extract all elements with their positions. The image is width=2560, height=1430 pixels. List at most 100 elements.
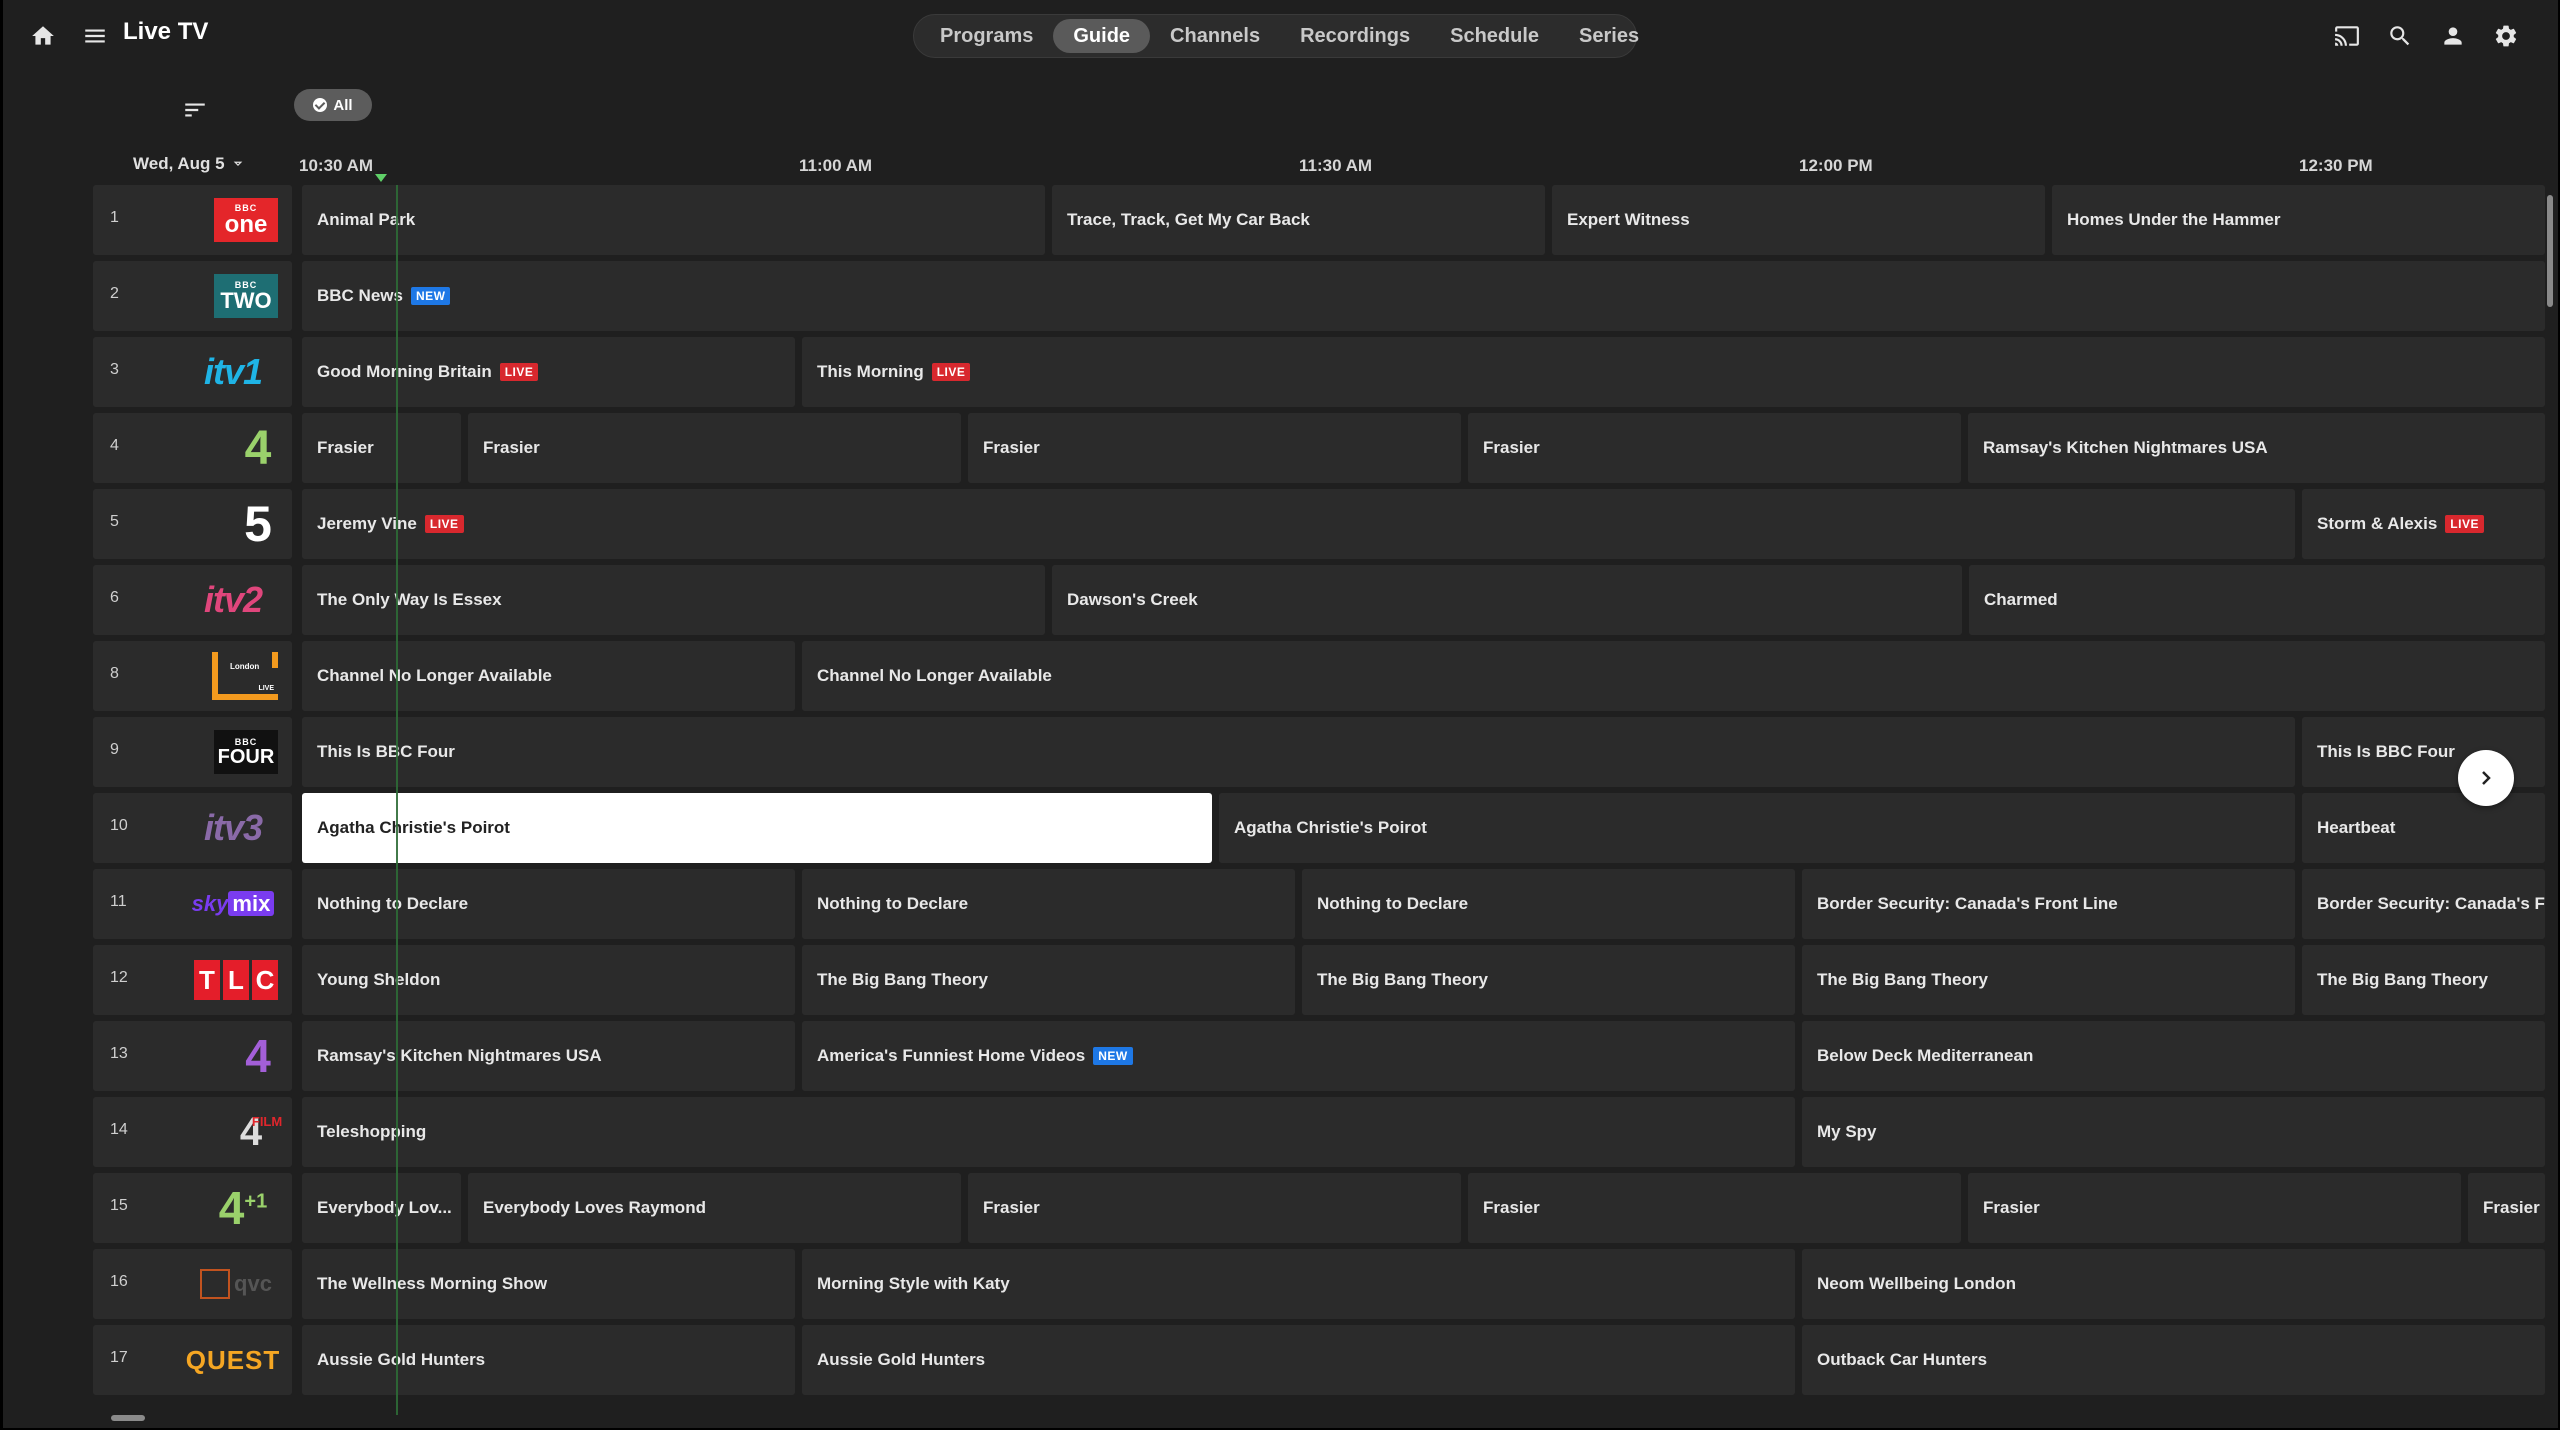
- date-selector[interactable]: Wed, Aug 5: [133, 154, 245, 174]
- channel-cell[interactable]: 6 itv2: [93, 565, 292, 635]
- program-cell[interactable]: Everybody Lov...: [302, 1173, 461, 1243]
- search-icon[interactable]: [2378, 14, 2422, 58]
- program-cell[interactable]: Outback Car Hunters: [1802, 1325, 2545, 1395]
- menu-icon[interactable]: [73, 14, 117, 58]
- program-cell[interactable]: Agatha Christie's Poirot: [1219, 793, 2295, 863]
- program-cell[interactable]: Expert Witness: [1552, 185, 2045, 255]
- tab-recordings[interactable]: Recordings: [1280, 19, 1430, 53]
- program-cell[interactable]: Border Security: Canada's Front Line: [1802, 869, 2295, 939]
- program-cell[interactable]: Channel No Longer Available: [302, 641, 795, 711]
- tab-schedule[interactable]: Schedule: [1430, 19, 1559, 53]
- program-cell[interactable]: The Big Bang Theory: [1802, 945, 2295, 1015]
- program-cell[interactable]: Trace, Track, Get My Car Back: [1052, 185, 1545, 255]
- program-cell[interactable]: Frasier: [968, 1173, 1461, 1243]
- program-cell[interactable]: Ramsay's Kitchen Nightmares USA: [302, 1021, 795, 1091]
- channel-cell[interactable]: 11 sky mix: [93, 869, 292, 939]
- home-icon[interactable]: [21, 14, 65, 58]
- channel-cell[interactable]: 2 BBC TWO: [93, 261, 292, 331]
- program-cell[interactable]: Animal Park: [302, 185, 1045, 255]
- program-cell[interactable]: Neom Wellbeing London: [1802, 1249, 2545, 1319]
- program-cell[interactable]: Below Deck Mediterranean: [1802, 1021, 2545, 1091]
- sort-icon[interactable]: [173, 88, 217, 132]
- program-cell[interactable]: BBC News NEW: [302, 261, 2545, 331]
- program-cell[interactable]: The Wellness Morning Show: [302, 1249, 795, 1319]
- program-cell[interactable]: The Only Way Is Essex: [302, 565, 1045, 635]
- program-cell[interactable]: Nothing to Declare: [802, 869, 1295, 939]
- program-cell[interactable]: Frasier: [1468, 1173, 1961, 1243]
- program-cell[interactable]: Frasier: [968, 413, 1461, 483]
- channel-row: 9 BBC FOUR This Is BBC Four This Is BBC Four: [93, 717, 2545, 787]
- channel-cell[interactable]: 3 itv1: [93, 337, 292, 407]
- scroll-forward-button[interactable]: [2458, 750, 2514, 806]
- program-cell[interactable]: Channel No Longer Available: [802, 641, 2545, 711]
- program-title: The Big Bang Theory: [2317, 970, 2488, 989]
- program-cell[interactable]: America's Funniest Home Videos NEW: [802, 1021, 1795, 1091]
- scrollbar-thumb[interactable]: [2547, 195, 2553, 307]
- cast-icon[interactable]: [2325, 14, 2369, 58]
- program-title: Below Deck Mediterranean: [1817, 1046, 2034, 1065]
- vertical-scrollbar[interactable]: [2545, 185, 2555, 1410]
- program-title: Agatha Christie's Poirot: [317, 818, 510, 837]
- scrollbar-thumb[interactable]: [111, 1415, 145, 1421]
- program-cell[interactable]: Teleshopping: [302, 1097, 1795, 1167]
- chevron-down-icon: [233, 161, 242, 166]
- program-cell[interactable]: Agatha Christie's Poirot: [302, 793, 1212, 863]
- channel-cell[interactable]: 1 BBC one: [93, 185, 292, 255]
- tab-programs[interactable]: Programs: [920, 19, 1053, 53]
- channel-cell[interactable]: 10 itv3: [93, 793, 292, 863]
- program-cell[interactable]: Everybody Loves Raymond: [468, 1173, 961, 1243]
- program-title: The Wellness Morning Show: [317, 1274, 548, 1293]
- program-cell[interactable]: Frasier: [1468, 413, 1961, 483]
- settings-icon[interactable]: [2484, 14, 2528, 58]
- program-cell[interactable]: Aussie Gold Hunters: [802, 1325, 1795, 1395]
- channel-row: 11 sky mix Nothing to Declare Nothing to Dec…: [93, 869, 2545, 939]
- program-title: My Spy: [1817, 1122, 1877, 1141]
- program-cell[interactable]: Aussie Gold Hunters: [302, 1325, 795, 1395]
- channel-cell[interactable]: 15 4+1: [93, 1173, 292, 1243]
- program-cell[interactable]: Storm & Alexis LIVE: [2302, 489, 2545, 559]
- channel-cell[interactable]: 8 London LIVE: [93, 641, 292, 711]
- tab-guide[interactable]: Guide: [1053, 19, 1151, 53]
- program-cell[interactable]: The Big Bang Theory: [1302, 945, 1795, 1015]
- program-cell[interactable]: The Big Bang Theory: [2302, 945, 2545, 1015]
- program-cell[interactable]: Jeremy Vine LIVE: [302, 489, 2295, 559]
- program-title: Frasier: [1483, 438, 1540, 457]
- program-cell[interactable]: Young Sheldon: [302, 945, 795, 1015]
- program-cell[interactable]: Ramsay's Kitchen Nightmares USA: [1968, 413, 2545, 483]
- channel-cell[interactable]: 12 T L C: [93, 945, 292, 1015]
- program-cell[interactable]: My Spy: [1802, 1097, 2545, 1167]
- channel-cell[interactable]: 17 QUEST: [93, 1325, 292, 1395]
- program-cell[interactable]: Frasier: [2468, 1173, 2545, 1243]
- program-cell[interactable]: Frasier: [468, 413, 961, 483]
- program-cell[interactable]: Dawson's Creek: [1052, 565, 1962, 635]
- channel-row: 15 4+1 Everybody Lov... Everybody Loves Ray…: [93, 1173, 2545, 1243]
- program-title: Homes Under the Hammer: [2067, 210, 2281, 229]
- user-icon[interactable]: [2431, 14, 2475, 58]
- program-cell[interactable]: Frasier: [302, 413, 461, 483]
- program-cell[interactable]: The Big Bang Theory: [802, 945, 1295, 1015]
- program-cell[interactable]: This Morning LIVE: [802, 337, 2545, 407]
- program-cell[interactable]: Nothing to Declare: [1302, 869, 1795, 939]
- program-cell[interactable]: Frasier: [1968, 1173, 2461, 1243]
- channel-cell[interactable]: 13 4: [93, 1021, 292, 1091]
- program-cell[interactable]: Nothing to Declare: [302, 869, 795, 939]
- program-cell[interactable]: Homes Under the Hammer: [2052, 185, 2545, 255]
- filter-chip-all[interactable]: All: [294, 89, 372, 121]
- program-cell[interactable]: Heartbeat: [2302, 793, 2545, 863]
- channel-cell[interactable]: 9 BBC FOUR: [93, 717, 292, 787]
- program-cell[interactable]: Good Morning Britain LIVE: [302, 337, 795, 407]
- channel-cell[interactable]: 14 4 FILM: [93, 1097, 292, 1167]
- channel-cell[interactable]: 16 qvc: [93, 1249, 292, 1319]
- program-title: Aussie Gold Hunters: [817, 1350, 986, 1369]
- channel-number: 11: [110, 893, 127, 910]
- program-title: Everybody Loves Raymond: [483, 1198, 706, 1217]
- channel-cell[interactable]: 44: [93, 413, 292, 483]
- program-cell[interactable]: This Is BBC Four: [302, 717, 2295, 787]
- program-cell[interactable]: Border Security: Canada's Front Line: [2302, 869, 2545, 939]
- horizontal-scrollbar[interactable]: [93, 1410, 2543, 1426]
- tab-channels[interactable]: Channels: [1150, 19, 1280, 53]
- tab-series[interactable]: Series: [1559, 19, 1659, 53]
- program-cell[interactable]: Morning Style with Katy: [802, 1249, 1795, 1319]
- program-cell[interactable]: Charmed: [1969, 565, 2545, 635]
- channel-cell[interactable]: 55: [93, 489, 292, 559]
